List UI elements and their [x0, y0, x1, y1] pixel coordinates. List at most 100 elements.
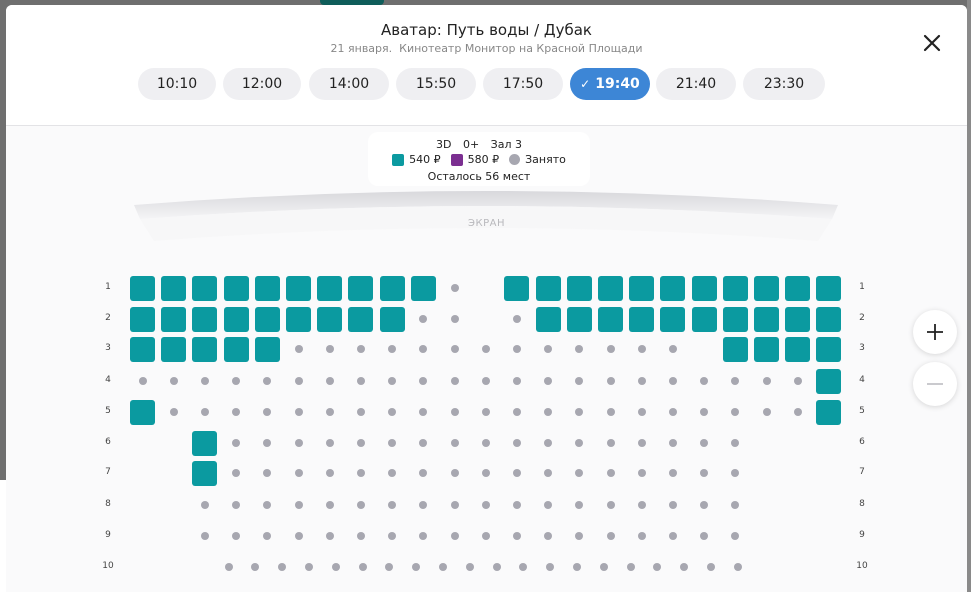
- seat-available[interactable]: [348, 276, 374, 301]
- seat-taken: [325, 408, 334, 416]
- zoom-out-button[interactable]: [913, 362, 957, 406]
- seat-available[interactable]: [192, 337, 218, 362]
- seat-taken: [356, 532, 365, 540]
- seat-available[interactable]: [566, 276, 592, 301]
- seat-taken: [465, 563, 474, 571]
- seat-taken: [731, 501, 740, 509]
- seat-available[interactable]: [816, 400, 842, 425]
- seat-taken: [388, 501, 397, 509]
- seat-available[interactable]: [660, 276, 686, 301]
- seat-taken: [331, 563, 340, 571]
- seat-taken: [200, 377, 209, 385]
- seat-available[interactable]: [785, 337, 811, 362]
- seat-taken: [263, 501, 272, 509]
- seat-available[interactable]: [691, 276, 717, 301]
- seat-available[interactable]: [535, 276, 561, 301]
- seat-available[interactable]: [691, 307, 717, 332]
- seat-available[interactable]: [816, 369, 842, 394]
- seat-available[interactable]: [660, 307, 686, 332]
- seat-available[interactable]: [816, 307, 842, 332]
- seat-available[interactable]: [379, 307, 405, 332]
- seat-taken: [637, 408, 646, 416]
- seat-taken: [263, 469, 272, 477]
- row-label-left: 2: [105, 313, 111, 323]
- seat-available[interactable]: [629, 307, 655, 332]
- seat-available[interactable]: [816, 276, 842, 301]
- seat-available[interactable]: [317, 307, 343, 332]
- seat-available[interactable]: [192, 461, 218, 486]
- seat-available[interactable]: [254, 337, 280, 362]
- seat-available[interactable]: [629, 276, 655, 301]
- seat-available[interactable]: [161, 337, 187, 362]
- seat-taken: [358, 563, 367, 571]
- seat-available[interactable]: [754, 307, 779, 332]
- seat-available[interactable]: [223, 337, 249, 362]
- seat-available[interactable]: [254, 276, 280, 301]
- plus-icon: [927, 324, 943, 340]
- seat-available[interactable]: [348, 307, 374, 332]
- seat-available[interactable]: [598, 307, 623, 332]
- seat-taken: [606, 345, 615, 353]
- seat-taken: [512, 345, 521, 353]
- seat-available[interactable]: [754, 337, 779, 362]
- seat-taken: [731, 532, 740, 540]
- seat-available[interactable]: [192, 307, 218, 332]
- seat-taken: [606, 532, 615, 540]
- seat-available[interactable]: [161, 307, 187, 332]
- seat-available[interactable]: [192, 276, 218, 301]
- seat-available[interactable]: [192, 431, 218, 456]
- seat-taken: [325, 469, 334, 477]
- seat-available[interactable]: [130, 276, 155, 301]
- seat-taken: [325, 345, 334, 353]
- seat-available[interactable]: [223, 307, 249, 332]
- seat-taken: [731, 377, 740, 385]
- seat-available[interactable]: [566, 307, 592, 332]
- seat-available[interactable]: [816, 337, 842, 362]
- seat-available[interactable]: [379, 276, 405, 301]
- seat-available[interactable]: [130, 337, 155, 362]
- seat-available[interactable]: [535, 307, 561, 332]
- seat-available[interactable]: [722, 337, 748, 362]
- seat-available[interactable]: [754, 276, 779, 301]
- seat-available[interactable]: [223, 276, 249, 301]
- seat-available[interactable]: [722, 307, 748, 332]
- seat-taken: [546, 563, 555, 571]
- seat-available[interactable]: [785, 276, 811, 301]
- seat-available[interactable]: [286, 276, 311, 301]
- zoom-in-button[interactable]: [913, 310, 957, 354]
- seat-map: 1 1 2 2 3 3 4 4 5 5 6 6 7 7 8 8 9 9 10 10: [6, 5, 967, 592]
- seat-taken: [294, 532, 303, 540]
- seat-taken: [138, 377, 147, 385]
- seat-taken: [200, 501, 209, 509]
- seat-taken: [388, 345, 397, 353]
- seat-available[interactable]: [317, 276, 343, 301]
- seat-taken: [700, 377, 709, 385]
- seat-taken: [388, 439, 397, 447]
- seat-taken: [450, 439, 459, 447]
- seat-available[interactable]: [161, 276, 187, 301]
- seat-taken: [450, 284, 459, 292]
- seat-taken: [637, 501, 646, 509]
- seat-available[interactable]: [130, 307, 155, 332]
- seat-available[interactable]: [504, 276, 530, 301]
- seat-taken: [450, 501, 459, 509]
- seat-taken: [294, 377, 303, 385]
- row-label-left: 3: [105, 343, 111, 353]
- seat-available[interactable]: [254, 307, 280, 332]
- seat-available[interactable]: [130, 400, 155, 425]
- seat-available[interactable]: [722, 276, 748, 301]
- seat-taken: [668, 439, 677, 447]
- seat-taken: [572, 563, 581, 571]
- seat-taken: [356, 408, 365, 416]
- seat-available[interactable]: [286, 307, 311, 332]
- seat-available[interactable]: [410, 276, 436, 301]
- seat-taken: [606, 439, 615, 447]
- seat-taken: [232, 532, 241, 540]
- seat-taken: [325, 532, 334, 540]
- seat-available[interactable]: [598, 276, 623, 301]
- seat-taken: [232, 439, 241, 447]
- seat-taken: [512, 315, 521, 323]
- seat-taken: [668, 345, 677, 353]
- seat-available[interactable]: [785, 307, 811, 332]
- seat-taken: [450, 345, 459, 353]
